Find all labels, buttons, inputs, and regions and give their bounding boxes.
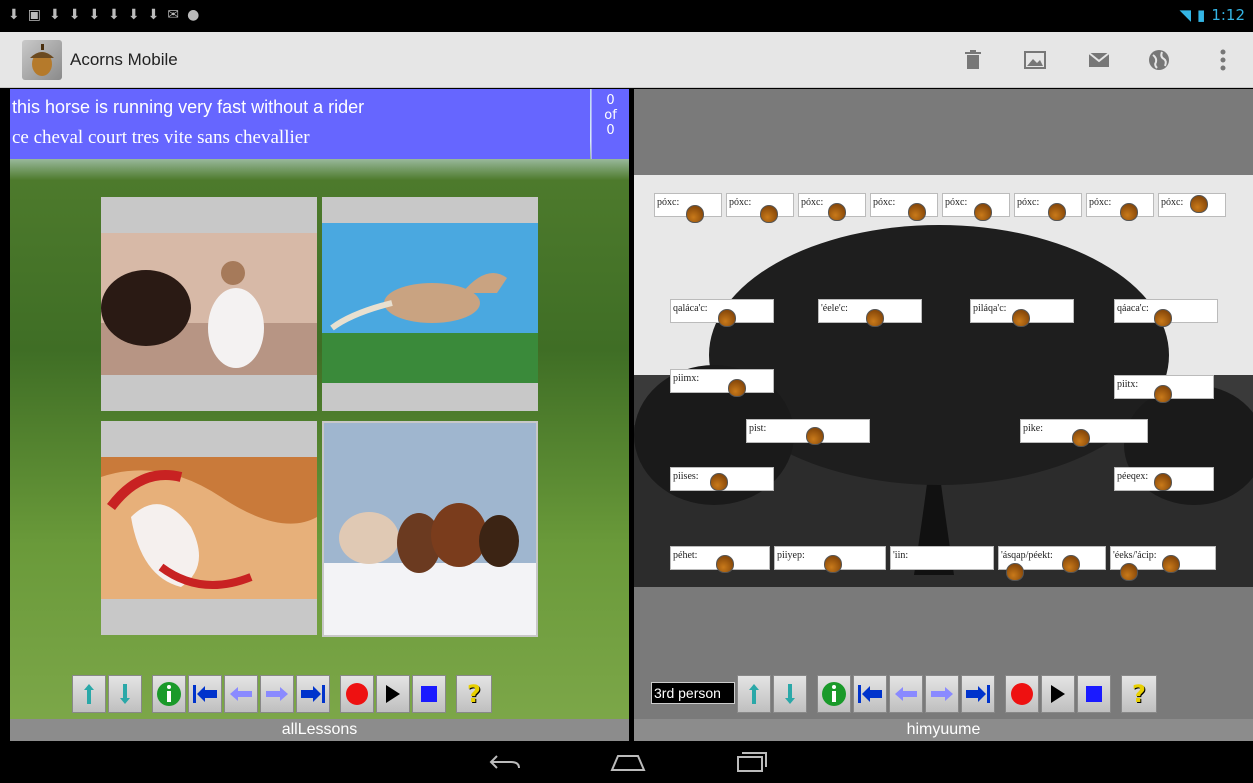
last-icon[interactable] — [961, 675, 995, 713]
info-icon[interactable] — [817, 675, 851, 713]
phrase-french: ce cheval court tres vite sans chevallie… — [12, 127, 310, 148]
tree-word-box[interactable]: piimx: — [670, 369, 774, 393]
download-icon: ⬇ — [48, 7, 61, 23]
next-icon[interactable] — [260, 675, 294, 713]
relationship-field[interactable]: 3rd person — [651, 682, 735, 704]
acorn-icon[interactable] — [686, 205, 704, 223]
help-icon[interactable]: ? — [456, 675, 492, 713]
next-icon[interactable] — [925, 675, 959, 713]
info-icon[interactable] — [152, 675, 186, 713]
acorn-icon[interactable] — [828, 203, 846, 221]
painted-horse-picture[interactable] — [101, 421, 317, 635]
home-icon[interactable] — [608, 749, 648, 775]
download-icon: ⬇ — [88, 7, 101, 23]
wifi-icon: ◥ — [1179, 6, 1192, 24]
download-icon: ⬇ — [127, 7, 140, 23]
right-toolbar: ? — [737, 672, 1159, 716]
notification-icons: ⬇ ▣ ⬇ ⬇ ⬇ ⬇ ⬇ ⬇ ✉ ● — [8, 7, 199, 23]
first-icon[interactable] — [853, 675, 887, 713]
acorn-icon[interactable] — [760, 205, 778, 223]
recents-icon[interactable] — [732, 749, 772, 775]
acorn-icon[interactable] — [1154, 473, 1172, 491]
left-toolbar: ? — [72, 672, 494, 716]
acorn-app-icon[interactable] — [22, 40, 62, 80]
status-right: ◥ ▮ 1:12 — [1180, 6, 1246, 24]
record-icon[interactable] — [340, 675, 374, 713]
phrase-panel[interactable]: this horse is running very fast without … — [10, 89, 590, 159]
counter-current: 0 — [606, 93, 615, 108]
download-icon: ⬇ — [68, 7, 81, 23]
tree-word-box[interactable]: 'iin: — [890, 546, 994, 570]
download-icon: ⬇ — [147, 7, 160, 23]
previous-icon[interactable] — [224, 675, 258, 713]
acorn-icon[interactable] — [1072, 429, 1090, 447]
image-icon[interactable] — [1022, 48, 1048, 72]
up-level-icon[interactable] — [72, 675, 106, 713]
back-icon[interactable] — [484, 749, 524, 775]
last-icon[interactable] — [296, 675, 330, 713]
acorn-icon[interactable] — [1154, 385, 1172, 403]
play-icon[interactable] — [376, 675, 410, 713]
counter-total: 0 — [606, 123, 615, 138]
android-icon: ● — [187, 7, 200, 23]
action-bar: Acorns Mobile — [0, 32, 1253, 88]
acorn-icon[interactable] — [974, 203, 992, 221]
image-icon: ▣ — [27, 7, 41, 23]
acorn-icon[interactable] — [1006, 563, 1024, 581]
running-horse-picture[interactable] — [322, 197, 538, 411]
acorn-icon[interactable] — [1162, 555, 1180, 573]
lesson-name-label: allLessons — [10, 719, 629, 741]
acorn-icon[interactable] — [1154, 309, 1172, 327]
down-level-icon[interactable] — [773, 675, 807, 713]
first-icon[interactable] — [188, 675, 222, 713]
family-tree-pane: póxc: póxc: póxc: póxc: póxc: póxc: póxc… — [634, 89, 1253, 741]
up-level-icon[interactable] — [737, 675, 771, 713]
acorn-icon[interactable] — [806, 427, 824, 445]
stop-icon[interactable] — [1077, 675, 1111, 713]
globe-icon[interactable] — [1146, 48, 1172, 72]
phrase-english: this horse is running very fast without … — [12, 97, 365, 117]
stop-icon[interactable] — [412, 675, 446, 713]
previous-icon[interactable] — [889, 675, 923, 713]
meadow-background-picture — [10, 89, 629, 741]
acorn-icon[interactable] — [1120, 203, 1138, 221]
acorn-icon[interactable] — [1190, 195, 1208, 213]
record-icon[interactable] — [1005, 675, 1039, 713]
mail-icon[interactable] — [1086, 48, 1112, 72]
counter-of: of — [604, 108, 617, 123]
acorn-icon[interactable] — [1048, 203, 1066, 221]
overflow-menu-icon[interactable] — [1210, 48, 1236, 72]
phrase-counter: 0 of 0 — [591, 89, 629, 159]
lesson-picture-pane: this horse is running very fast without … — [10, 89, 629, 741]
acorn-icon[interactable] — [728, 379, 746, 397]
acorn-icon[interactable] — [908, 203, 926, 221]
gmail-icon: ✉ — [167, 7, 180, 23]
tree-name-label: himyuume — [634, 719, 1253, 741]
acorn-icon[interactable] — [1012, 309, 1030, 327]
app-title: Acorns Mobile — [70, 50, 178, 69]
acorn-icon[interactable] — [1062, 555, 1080, 573]
woman-with-horse-picture[interactable] — [101, 197, 317, 411]
acorn-icon[interactable] — [718, 309, 736, 327]
acorn-icon[interactable] — [710, 473, 728, 491]
acorn-icon[interactable] — [1120, 563, 1138, 581]
tree-word-box[interactable]: póxc: — [870, 193, 938, 217]
battery-icon: ▮ — [1197, 6, 1206, 24]
navigation-bar — [0, 741, 1253, 783]
help-icon[interactable]: ? — [1121, 675, 1157, 713]
download-icon: ⬇ — [108, 7, 120, 23]
download-icon: ⬇ — [8, 7, 20, 23]
acorn-icon[interactable] — [716, 555, 734, 573]
horse-herd-picture[interactable] — [322, 421, 538, 637]
trash-icon[interactable] — [960, 48, 986, 72]
down-level-icon[interactable] — [108, 675, 142, 713]
play-icon[interactable] — [1041, 675, 1075, 713]
status-bar: ⬇ ▣ ⬇ ⬇ ⬇ ⬇ ⬇ ⬇ ✉ ● ◥ ▮ 1:12 — [0, 0, 1253, 32]
acorn-icon[interactable] — [866, 309, 884, 327]
clock: 1:12 — [1211, 6, 1245, 24]
acorn-icon[interactable] — [824, 555, 842, 573]
